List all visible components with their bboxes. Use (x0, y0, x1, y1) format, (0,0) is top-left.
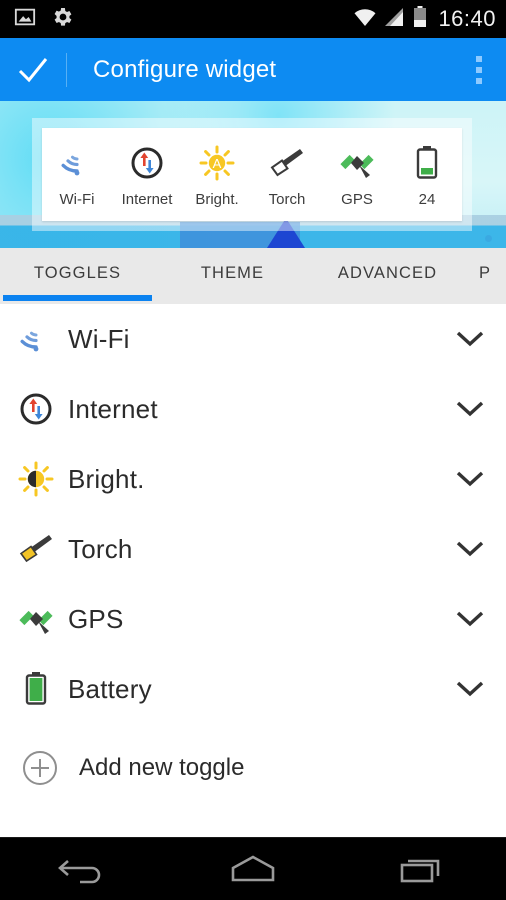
wifi-status-icon (353, 7, 377, 32)
chevron-down-icon[interactable] (434, 680, 506, 698)
wallpaper-dot (485, 235, 492, 242)
gps-icon (10, 597, 62, 641)
overflow-menu-icon[interactable] (452, 38, 506, 101)
preview-label: Bright. (195, 191, 239, 208)
toggle-list: Wi-Fi Internet Bright. Torch GPS Battery… (0, 304, 506, 837)
brightness-icon (10, 457, 62, 501)
toggle-label: Wi-Fi (68, 323, 130, 354)
preview-cell-battery[interactable]: 24 (393, 141, 461, 208)
wallpaper-backdrop: Wi-Fi Internet A Bright. Torch GPS 24 (0, 101, 506, 248)
home-icon[interactable] (203, 838, 303, 900)
chevron-down-icon[interactable] (434, 540, 506, 558)
internet-icon (130, 141, 164, 185)
tab-advanced[interactable]: ADVANCED (310, 248, 465, 298)
navigation-bar (0, 837, 506, 900)
battery-status-icon (413, 5, 427, 33)
torch-icon (269, 141, 305, 185)
tab-next-partial[interactable]: P (465, 248, 506, 298)
svg-text:A: A (213, 156, 222, 171)
toggle-label: Bright. (68, 463, 145, 494)
confirm-button[interactable] (0, 38, 66, 101)
status-bar-clock: 16:40 (438, 6, 496, 31)
page-title: Configure widget (93, 55, 277, 83)
toggle-row-wifi[interactable]: Wi-Fi (0, 304, 506, 374)
overflow-dot (476, 77, 482, 84)
battery-icon (10, 667, 62, 711)
cell-signal-icon (384, 7, 406, 32)
toggle-row-internet[interactable]: Internet (0, 374, 506, 444)
overflow-dot (476, 55, 482, 62)
photo-icon (14, 6, 36, 33)
plus-circle-icon (20, 748, 60, 788)
toggle-label: Internet (68, 393, 158, 424)
preview-label: Wi-Fi (59, 191, 95, 208)
phone-screen: 16:40 Configure widget Wi-Fi Internet A … (0, 0, 506, 900)
app-bar: Configure widget (0, 38, 506, 101)
toggle-row-torch[interactable]: Torch (0, 514, 506, 584)
preview-label: Torch (268, 191, 306, 208)
toggle-label: Battery (68, 673, 152, 704)
chevron-down-icon[interactable] (434, 330, 506, 348)
widget-preview-frame: Wi-Fi Internet A Bright. Torch GPS 24 (32, 118, 472, 231)
app-bar-divider (66, 52, 67, 87)
preview-cell-internet[interactable]: Internet (113, 141, 181, 208)
preview-cell-gps[interactable]: GPS (323, 141, 391, 208)
toggle-row-gps[interactable]: GPS (0, 584, 506, 654)
tab-label: ADVANCED (337, 263, 438, 282)
overflow-dot (476, 66, 482, 73)
widget-preview[interactable]: Wi-Fi Internet A Bright. Torch GPS 24 (42, 128, 462, 221)
preview-cell-brightness[interactable]: A Bright. (183, 141, 251, 208)
back-icon[interactable] (34, 838, 134, 900)
tab-label: P (479, 263, 492, 282)
battery-icon (415, 141, 439, 185)
status-bar-left-icons (14, 5, 74, 34)
add-new-toggle-button[interactable]: Add new toggle (0, 732, 506, 804)
tab-toggles[interactable]: TOGGLES (0, 248, 155, 301)
tab-bar: TOGGLES THEME ADVANCED P (0, 248, 506, 304)
toggle-label: GPS (68, 603, 124, 634)
status-bar: 16:40 (0, 0, 506, 38)
preview-label: 24 (418, 191, 436, 208)
brightness-icon: A (199, 141, 235, 185)
tab-label: THEME (200, 263, 265, 282)
toggle-row-brightness[interactable]: Bright. (0, 444, 506, 514)
chevron-down-icon[interactable] (434, 470, 506, 488)
preview-label: GPS (341, 191, 373, 208)
torch-icon (10, 527, 62, 571)
wifi-icon (60, 141, 94, 185)
recents-icon[interactable] (372, 838, 472, 900)
chevron-down-icon[interactable] (434, 400, 506, 418)
tab-theme[interactable]: THEME (155, 248, 310, 298)
preview-label: Internet (121, 191, 173, 208)
add-new-toggle-label: Add new toggle (79, 754, 245, 781)
internet-icon (10, 387, 62, 431)
preview-cell-wifi[interactable]: Wi-Fi (43, 141, 111, 208)
gps-icon (339, 141, 375, 185)
wifi-icon (10, 317, 62, 361)
status-bar-right-icons: 16:40 (353, 5, 496, 33)
tab-label: TOGGLES (33, 263, 122, 282)
preview-cell-torch[interactable]: Torch (253, 141, 321, 208)
toggle-label: Torch (68, 533, 133, 564)
chevron-down-icon[interactable] (434, 610, 506, 628)
settings-gear-icon (50, 5, 74, 34)
toggle-row-battery[interactable]: Battery (0, 654, 506, 724)
